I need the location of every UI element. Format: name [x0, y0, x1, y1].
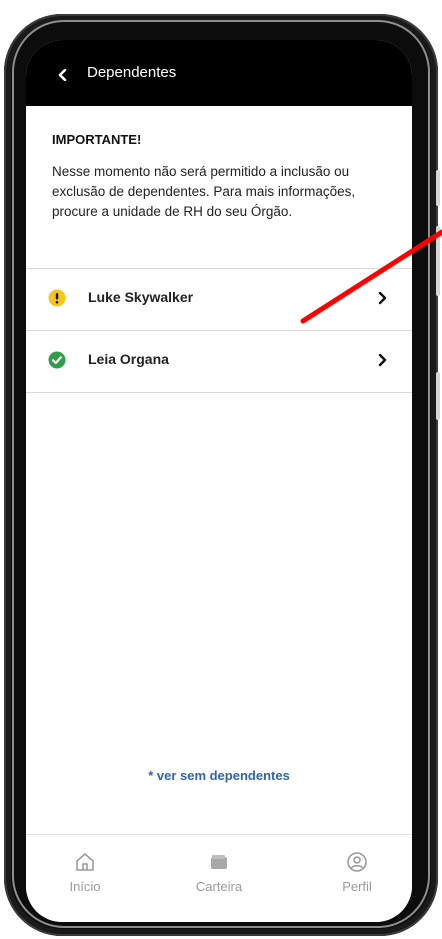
check-circle-icon	[48, 351, 66, 369]
home-icon	[76, 853, 94, 871]
back-button[interactable]	[50, 62, 76, 88]
profile-icon	[347, 852, 367, 872]
divider	[26, 392, 412, 393]
wallet-icon	[211, 855, 227, 869]
dependent-row-luke-skywalker[interactable]: Luke Skywalker	[26, 269, 412, 329]
app-header: Dependentes	[26, 40, 412, 106]
phone-side-button	[436, 226, 440, 296]
nav-label: Perfil	[342, 879, 372, 894]
chevron-right-icon	[378, 353, 387, 367]
nav-label: Carteira	[195, 879, 243, 894]
phone-side-button	[436, 170, 440, 206]
nav-item-carteira[interactable]: Carteira	[174, 851, 264, 894]
dependent-name: Leia Organa	[88, 351, 169, 367]
phone-side-button	[436, 372, 440, 420]
page-title: Dependentes	[87, 64, 177, 81]
notice-text: Nesse momento não será permitido a inclu…	[52, 164, 356, 219]
notice-title: IMPORTANTE!	[52, 132, 142, 147]
nav-item-inicio[interactable]: Início	[40, 851, 130, 894]
chevron-right-icon	[378, 291, 387, 305]
chevron-left-icon	[58, 69, 67, 81]
nav-item-perfil[interactable]: Perfil	[312, 851, 402, 894]
view-without-dependents-link[interactable]: * ver sem dependentes	[26, 768, 412, 783]
important-notice: IMPORTANTE! Nesse momento não será permi…	[26, 106, 412, 268]
dependent-row-leia-organa[interactable]: Leia Organa	[26, 331, 412, 391]
dependent-name: Luke Skywalker	[88, 289, 194, 305]
warning-icon	[48, 289, 66, 307]
bottom-nav: Início Carteira Perfil	[26, 834, 412, 922]
app-screen: Dependentes IMPORTANTE! Nesse momento nã…	[26, 40, 412, 922]
nav-label: Início	[69, 879, 101, 894]
